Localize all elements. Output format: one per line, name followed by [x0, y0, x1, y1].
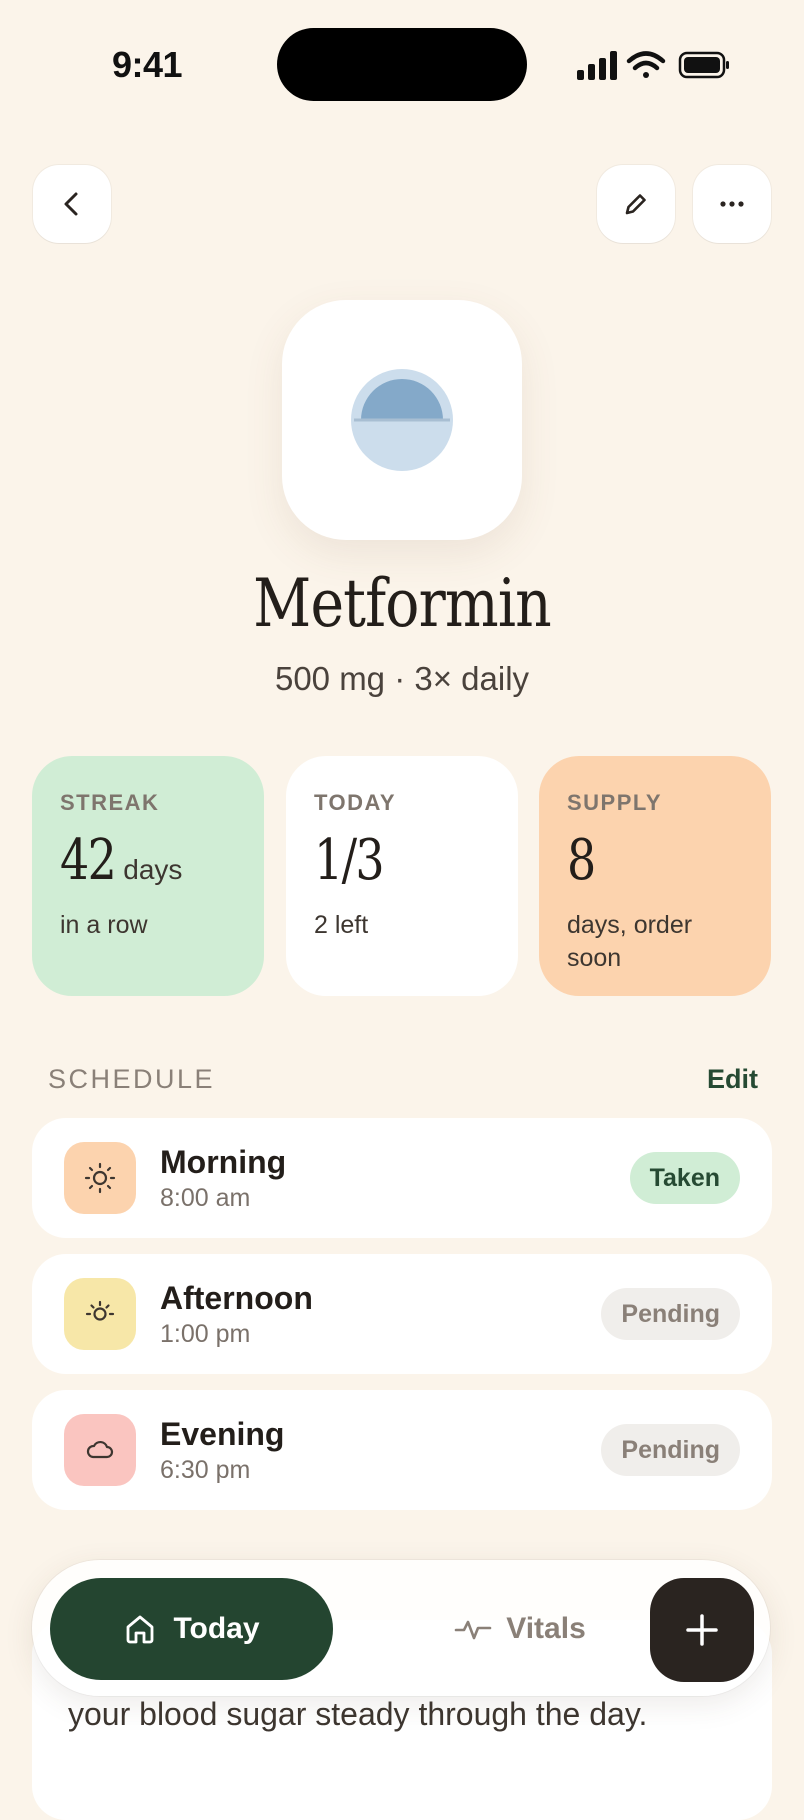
sun-icon [64, 1142, 136, 1214]
battery-icon [678, 51, 729, 79]
pencil-icon [625, 194, 646, 215]
supply-card: SUPPLY 8 days, order soon [539, 756, 771, 996]
note-text: your blood sugar steady through the day. [68, 1696, 648, 1732]
medication-image [282, 300, 522, 540]
schedule-item-name: Afternoon [160, 1279, 313, 1316]
tab-vitals[interactable]: Vitals [420, 1578, 620, 1680]
edit-button[interactable] [597, 165, 675, 243]
schedule-edit-link[interactable]: Edit [707, 1064, 758, 1095]
stat-label: STREAK [60, 790, 160, 815]
schedule-row-evening[interactable]: Evening 6:30 pm Pending [32, 1390, 772, 1510]
schedule-row-morning[interactable]: Morning 8:00 am Taken [32, 1118, 772, 1238]
medication-dose: 500 mg · 3× daily [274, 660, 530, 697]
status-time: 9:41 [112, 44, 183, 85]
schedule-row-afternoon[interactable]: Afternoon 1:00 pm Pending [32, 1254, 772, 1374]
sun-low-icon [64, 1278, 136, 1350]
today-card: TODAY 1/3 2 left [286, 756, 518, 996]
stat-value: 1/3 [314, 828, 385, 893]
status-icons [575, 48, 735, 84]
home-icon [127, 1615, 154, 1644]
tab-today[interactable]: Today [50, 1578, 333, 1680]
stat-label: TODAY [314, 790, 397, 815]
status-badge[interactable]: Pending [601, 1424, 740, 1476]
stat-value: 8 [567, 828, 596, 893]
schedule-title: SCHEDULE [48, 1064, 216, 1094]
stat-value: 42 [60, 828, 117, 893]
pulse-icon [454, 1620, 492, 1640]
wifi-icon [626, 51, 666, 78]
cloud-icon [64, 1414, 136, 1486]
stat-note: days, order soon [567, 911, 693, 972]
add-button[interactable] [650, 1578, 754, 1682]
schedule-item-time: 1:00 pm [160, 1319, 251, 1348]
stat-unit: days [123, 854, 183, 885]
medication-name: Metformin [253, 565, 551, 642]
schedule-item-name: Evening [160, 1415, 285, 1452]
back-button[interactable] [33, 165, 111, 243]
pill-icon [351, 369, 453, 471]
dynamic-island [277, 28, 527, 101]
stat-label: SUPPLY [567, 790, 663, 815]
signal-icon [577, 51, 617, 80]
streak-card: STREAK 42 days in a row [32, 756, 264, 996]
schedule-item-name: Morning [160, 1143, 287, 1180]
stat-note: in a row [60, 911, 148, 939]
status-badge[interactable]: Pending [601, 1288, 740, 1340]
ellipsis-icon [720, 201, 744, 207]
schedule-item-time: 8:00 am [160, 1183, 251, 1212]
plus-icon [686, 1614, 718, 1646]
more-options-button[interactable] [693, 165, 771, 243]
stat-note: 2 left [314, 911, 369, 939]
status-badge[interactable]: Taken [629, 1152, 740, 1204]
tab-today-label: Today [173, 1612, 260, 1645]
tab-vitals-label: Vitals [506, 1612, 586, 1645]
chevron-left-icon [64, 192, 78, 216]
schedule-item-time: 6:30 pm [160, 1455, 251, 1484]
